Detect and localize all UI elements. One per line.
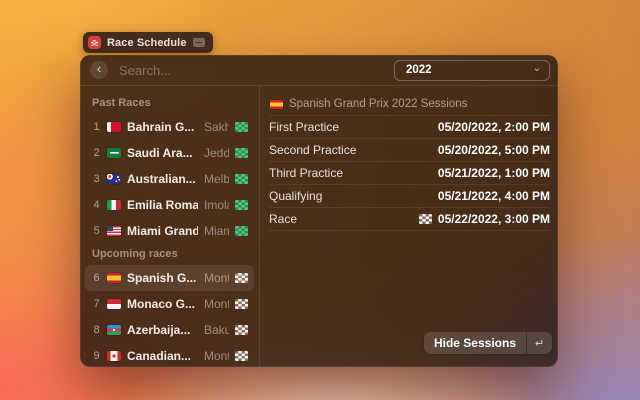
- race-location: Melbourne,...: [204, 172, 229, 186]
- hide-sessions-label: Hide Sessions: [424, 332, 526, 354]
- flag-it-icon: [107, 200, 121, 210]
- race-list-item[interactable]: 5 Miami Grand... Miami, USA: [85, 218, 254, 244]
- race-location: Jeddah, Sa...: [204, 146, 229, 160]
- race-number: 9: [92, 350, 101, 362]
- race-location: Monte-Carl...: [204, 297, 229, 311]
- window-title-badge[interactable]: Race Schedule: [83, 32, 213, 53]
- session-datetime: 05/20/2022, 5:00 PM: [438, 143, 550, 157]
- session-value: 05/22/2022, 3:00 PM: [419, 212, 550, 226]
- race-list-item[interactable]: 7 Monaco G... Monte-Carl...: [85, 291, 254, 317]
- year-dropdown[interactable]: 2022 ⌄: [394, 60, 550, 81]
- race-number: 6: [92, 272, 101, 284]
- race-number: 8: [92, 324, 101, 336]
- session-value: 05/21/2022, 1:00 PM: [438, 166, 550, 180]
- hide-sessions-button[interactable]: Hide Sessions ↵: [424, 332, 552, 354]
- search-bar: ‹ 2022 ⌄: [80, 55, 558, 86]
- session-value: 05/20/2022, 2:00 PM: [438, 120, 550, 134]
- race-title: Azerbaija...: [127, 323, 198, 337]
- flag-es-icon: [270, 100, 283, 109]
- race-list-item[interactable]: 2 Saudi Ara... Jeddah, Sa...: [85, 140, 254, 166]
- return-key-icon: ↵: [526, 332, 552, 354]
- race-title: Monaco G...: [127, 297, 198, 311]
- session-label: First Practice: [269, 120, 339, 134]
- session-value: 05/21/2022, 4:00 PM: [438, 189, 550, 203]
- race-list-item[interactable]: 3 Australian... Melbourne,...: [85, 166, 254, 192]
- app-window: ‹ 2022 ⌄ Past Races 1 Bahrain G... Sakhi…: [80, 55, 558, 367]
- checkered-flag-icon: [235, 226, 248, 236]
- race-title: Bahrain G...: [127, 120, 198, 134]
- session-row[interactable]: Qualifying 05/21/2022, 4:00 PM: [269, 185, 550, 208]
- race-title: Canadian...: [127, 349, 198, 363]
- checkered-flag-icon: [419, 214, 432, 224]
- race-list-item[interactable]: 4 Emilia Roma... Imola, Italy: [85, 192, 254, 218]
- race-location: Montmeló,...: [204, 271, 229, 285]
- session-label: Second Practice: [269, 143, 356, 157]
- checkered-flag-icon: [235, 174, 248, 184]
- sessions-panel-title: Spanish Grand Prix 2022 Sessions: [289, 98, 467, 110]
- race-list-item[interactable]: 9 Canadian... Montreal, C...: [85, 343, 254, 367]
- session-datetime: 05/21/2022, 1:00 PM: [438, 166, 550, 180]
- checkered-flag-icon: [235, 299, 248, 309]
- checkered-flag-icon: [235, 351, 248, 361]
- flag-us-icon: [107, 226, 121, 236]
- checkered-flag-icon: [235, 200, 248, 210]
- checkered-flag-icon: [235, 325, 248, 335]
- race-location: Montreal, C...: [204, 349, 229, 363]
- race-title: Miami Grand...: [127, 224, 198, 238]
- desktop-background: Race Schedule ‹ 2022 ⌄ Past Races 1 Bahr…: [0, 0, 640, 400]
- race-list: Past Races 1 Bahrain G... Sakhir, Bahr..…: [80, 86, 260, 367]
- session-datetime: 05/22/2022, 3:00 PM: [438, 212, 550, 226]
- flag-az-icon: [107, 325, 121, 335]
- race-number: 2: [92, 147, 101, 159]
- race-number: 3: [92, 173, 101, 185]
- session-row[interactable]: Race 05/22/2022, 3:00 PM: [269, 208, 550, 231]
- race-title: Saudi Ara...: [127, 146, 198, 160]
- flag-mc-icon: [107, 299, 121, 309]
- session-row[interactable]: First Practice 05/20/2022, 2:00 PM: [269, 116, 550, 139]
- sessions-list: First Practice 05/20/2022, 2:00 PM Secon…: [269, 115, 550, 231]
- race-title: Australian...: [127, 172, 198, 186]
- sessions-panel: Spanish Grand Prix 2022 Sessions First P…: [260, 86, 558, 367]
- back-button[interactable]: ‹: [90, 61, 108, 79]
- checkered-flag-icon: [235, 122, 248, 132]
- session-datetime: 05/21/2022, 4:00 PM: [438, 189, 550, 203]
- window-title: Race Schedule: [107, 37, 187, 49]
- race-number: 7: [92, 298, 101, 310]
- race-location: Imola, Italy: [204, 198, 229, 212]
- race-title: Spanish G...: [127, 271, 198, 285]
- checkered-flag-icon: [235, 273, 248, 283]
- race-location: Miami, USA: [204, 224, 229, 238]
- race-number: 4: [92, 199, 101, 211]
- flag-es-icon: [107, 273, 121, 283]
- session-label: Race: [269, 212, 297, 226]
- race-list-item[interactable]: 6 Spanish G... Montmeló,...: [85, 265, 254, 291]
- year-dropdown-value: 2022: [406, 64, 432, 76]
- race-title: Emilia Roma...: [127, 198, 198, 212]
- chevron-down-icon: ⌄: [533, 64, 541, 74]
- race-list-item[interactable]: 8 Azerbaija... Baku, Azerb...: [85, 317, 254, 343]
- action-bar: Hide Sessions ↵: [424, 332, 552, 354]
- search-input[interactable]: [117, 62, 385, 79]
- app-icon: [88, 36, 101, 49]
- flag-ca-icon: [107, 351, 121, 361]
- race-number: 5: [92, 225, 101, 237]
- session-row[interactable]: Second Practice 05/20/2022, 5:00 PM: [269, 139, 550, 162]
- session-row[interactable]: Third Practice 05/21/2022, 1:00 PM: [269, 162, 550, 185]
- checkered-flag-icon: [235, 148, 248, 158]
- session-label: Qualifying: [269, 189, 322, 203]
- race-list-item[interactable]: 1 Bahrain G... Sakhir, Bahr...: [85, 114, 254, 140]
- session-label: Third Practice: [269, 166, 343, 180]
- lock-icon: [193, 38, 205, 47]
- section-header: Upcoming races: [85, 244, 254, 265]
- session-datetime: 05/20/2022, 2:00 PM: [438, 120, 550, 134]
- race-number: 1: [92, 121, 101, 133]
- race-location: Sakhir, Bahr...: [204, 120, 229, 134]
- race-location: Baku, Azerb...: [204, 323, 229, 337]
- flag-bh-icon: [107, 122, 121, 132]
- sessions-panel-header: Spanish Grand Prix 2022 Sessions: [269, 93, 550, 115]
- flag-sa-icon: [107, 148, 121, 158]
- flag-au-icon: [107, 174, 121, 184]
- session-value: 05/20/2022, 5:00 PM: [438, 143, 550, 157]
- section-header: Past Races: [85, 93, 254, 114]
